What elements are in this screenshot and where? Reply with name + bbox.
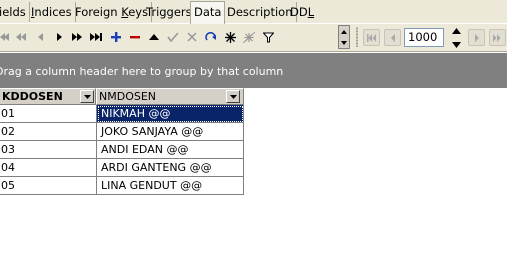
limit-last-button[interactable] — [489, 29, 506, 46]
delete-record-icon[interactable] — [126, 28, 144, 46]
cell-nmdosen[interactable]: LINA GENDUT @@ — [97, 177, 244, 195]
cell-kddosen[interactable]: 03 — [0, 141, 97, 159]
cancel-edit-icon[interactable] — [183, 28, 201, 46]
insert-record-icon[interactable] — [107, 28, 125, 46]
table-row[interactable]: 04 ARDI GANTENG @@ — [0, 159, 244, 177]
cell-kddosen[interactable]: 05 — [0, 177, 97, 195]
limit-next-button[interactable] — [468, 29, 485, 46]
table-row[interactable]: 01 NIKMAH @@ — [0, 105, 244, 123]
next-record-icon[interactable] — [50, 28, 68, 46]
next-page-icon[interactable] — [68, 28, 86, 46]
cell-kddosen[interactable]: 02 — [0, 123, 97, 141]
last-record-icon[interactable] — [87, 28, 105, 46]
table-row[interactable]: 05 LINA GENDUT @@ — [0, 177, 244, 195]
tab-foreign-keys[interactable]: Foreign Keys — [72, 2, 153, 22]
rollback-icon[interactable] — [240, 28, 258, 46]
edit-record-icon[interactable] — [145, 28, 163, 46]
limit-first-button[interactable] — [363, 29, 380, 46]
group-by-hint: Drag a column header here to group by th… — [0, 65, 284, 78]
toolbar-scroll-control[interactable] — [338, 25, 350, 49]
tab-fields[interactable]: ields — [0, 2, 30, 22]
tab-data[interactable]: Data — [190, 1, 226, 24]
column-filter-dropdown-icon[interactable] — [226, 90, 240, 103]
prior-record-icon[interactable] — [32, 28, 50, 46]
refresh-icon[interactable] — [202, 28, 220, 46]
tab-description[interactable]: Description — [224, 2, 297, 22]
column-header-nmdosen[interactable]: NMDOSEN — [96, 88, 244, 105]
commit-icon[interactable] — [221, 28, 239, 46]
cell-kddosen[interactable]: 01 — [0, 105, 97, 123]
cell-nmdosen[interactable]: ANDI EDAN @@ — [97, 141, 244, 159]
prior-page-icon[interactable] — [12, 28, 30, 46]
tab-ddl[interactable]: DDL — [287, 2, 317, 22]
column-header-label: NMDOSEN — [99, 90, 157, 103]
cell-nmdosen[interactable]: JOKO SANJAYA @@ — [97, 123, 244, 141]
cell-nmdosen[interactable]: ARDI GANTENG @@ — [97, 159, 244, 177]
tab-triggers[interactable]: Triggers — [143, 2, 196, 22]
column-header-label: KDDOSEN — [2, 90, 63, 103]
table-row[interactable]: 03 ANDI EDAN @@ — [0, 141, 244, 159]
first-record-icon[interactable] — [0, 28, 12, 46]
cell-kddosen[interactable]: 04 — [0, 159, 97, 177]
filter-icon[interactable] — [259, 28, 277, 46]
post-edit-icon[interactable] — [164, 28, 182, 46]
tab-strip: ields Indices Foreign Keys Triggers Data… — [0, 0, 507, 24]
data-navigator-toolbar: 1000 — [0, 24, 507, 52]
table-row[interactable]: 02 JOKO SANJAYA @@ — [0, 123, 244, 141]
record-limit-spinner[interactable] — [448, 28, 464, 48]
tab-indices[interactable]: Indices — [28, 2, 76, 22]
limit-prior-button[interactable] — [384, 29, 401, 46]
group-by-panel[interactable]: Drag a column header here to group by th… — [0, 53, 507, 88]
column-filter-dropdown-icon[interactable] — [80, 90, 94, 103]
record-limit-input[interactable]: 1000 — [404, 28, 444, 47]
column-header-kddosen[interactable]: KDDOSEN — [0, 88, 96, 105]
cell-nmdosen-selected[interactable]: NIKMAH @@ — [97, 105, 244, 123]
toolbar-grip[interactable] — [356, 27, 358, 47]
